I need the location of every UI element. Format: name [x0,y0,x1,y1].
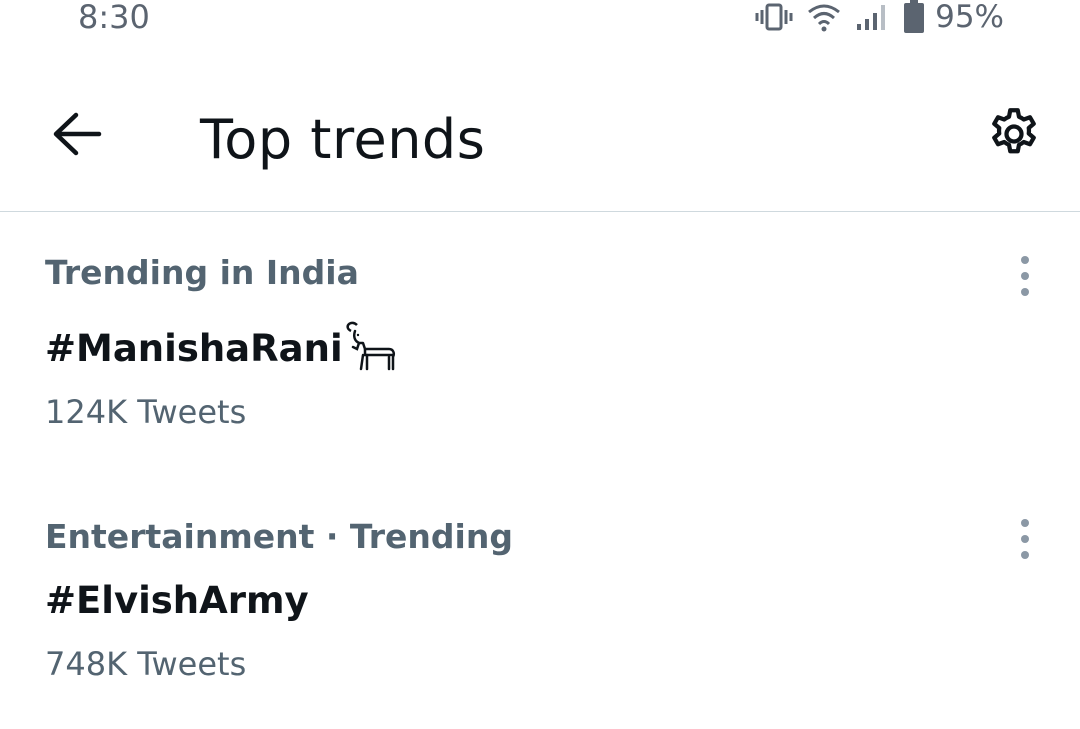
top-bar: Top trends [0,60,1080,212]
trend-context: Entertainment · Trending [45,517,513,556]
more-dot [1021,288,1029,296]
goat-icon [345,317,399,380]
battery-percent: 95% [935,0,1004,35]
trend-hashtag: #ManishaRani [45,327,343,370]
settings-button[interactable] [982,104,1046,168]
status-time: 8:30 [78,0,150,36]
signal-icon [855,2,889,32]
trend-hashtag: #ElvishArmy [45,579,309,622]
page-title: Top trends [200,108,486,171]
trend-context: Trending in India [45,253,359,292]
trend-name: #ElvishArmy [45,579,309,622]
trend-name: #ManishaRani [45,317,399,380]
trend-tweet-count: 124K Tweets [45,393,247,431]
vibrate-icon [755,2,793,32]
status-icons: 95% [755,0,1004,34]
back-button[interactable] [46,105,108,167]
trend-item[interactable]: Trending in India #ManishaRani 124K Twee… [0,213,1080,475]
more-dot [1021,272,1029,280]
more-dot [1021,551,1029,559]
more-dot [1021,519,1029,527]
more-dot [1021,256,1029,264]
gear-icon [984,104,1044,169]
more-options-button[interactable] [1010,254,1040,298]
more-dot [1021,535,1029,543]
wifi-icon [807,2,841,32]
battery-icon [903,0,925,34]
status-bar: 8:30 95% [0,0,1080,40]
more-options-button[interactable] [1010,517,1040,561]
arrow-left-icon [52,112,102,161]
trend-tweet-count: 748K Tweets [45,645,247,683]
trend-item[interactable]: Entertainment · Trending #ElvishArmy 748… [0,475,1080,729]
